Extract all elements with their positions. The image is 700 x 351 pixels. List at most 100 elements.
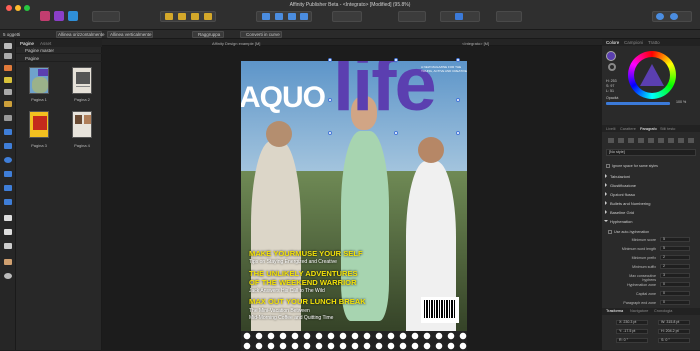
headline-2b[interactable]: OF THE WEEKEND WARRIOR (249, 278, 357, 287)
selection-handle-top-left[interactable] (328, 58, 332, 62)
zoom-tool-icon[interactable] (4, 273, 12, 279)
fill-swatch[interactable] (606, 51, 616, 61)
view-mode-icon[interactable] (455, 13, 463, 20)
pencil-tool-icon[interactable] (4, 101, 12, 107)
tab-color[interactable]: Colore (606, 40, 619, 45)
tab-paragraph[interactable]: Paragrafo (640, 127, 657, 131)
text-frame-tool-icon[interactable] (4, 229, 12, 235)
selection-handle-top-right[interactable] (456, 58, 460, 62)
hyphen-field-5[interactable]: 3 (660, 273, 690, 278)
transform-h-field[interactable]: H: 204.2 pt (658, 329, 690, 334)
hyphen-field-1[interactable]: 5 (660, 237, 690, 242)
page-thumb-3[interactable] (29, 111, 49, 138)
node-tool-icon[interactable] (4, 53, 12, 59)
triangle-tool-icon[interactable] (4, 171, 12, 177)
section-tabs[interactable]: Tabulazioni (605, 174, 630, 179)
tab-character[interactable]: Carattere (620, 127, 636, 131)
subhead-3a[interactable]: The Mini-Vacation Between (249, 308, 310, 314)
publisher-persona-icon[interactable] (40, 11, 50, 21)
subhead-2[interactable]: Jack Answers His Call to The Wild (249, 288, 325, 294)
hyphen-field-6[interactable]: 0 (660, 282, 690, 287)
tab-layers[interactable]: Livelli (606, 127, 616, 131)
align-right-icon[interactable] (191, 13, 199, 20)
snapping-toolbar-group[interactable] (398, 11, 426, 22)
section-bullets[interactable]: Bullets and Numbering (605, 201, 650, 206)
ellipse-tool-icon[interactable] (4, 157, 12, 163)
transform-s-field[interactable]: S: 0 ° (658, 338, 690, 343)
magazine-cover-page[interactable]: AQUO life A NEW MAGAZINE FOR THE YOUNG, … (241, 61, 467, 351)
tab-assets[interactable]: Asset (40, 41, 51, 46)
transform-r-field[interactable]: R: 0 ° (616, 338, 648, 343)
transform-w-field[interactable]: W: 315.8 pt (658, 320, 690, 325)
subhead-1[interactable]: Tips on Staying Energized and Creative (249, 259, 337, 265)
section-justification[interactable]: Giustificazione (605, 183, 636, 188)
move-front-icon[interactable] (300, 13, 308, 20)
section-baseline-grid[interactable]: Baseline Grid (605, 210, 634, 215)
studio-link-icon[interactable] (670, 13, 678, 20)
pen-tool-icon[interactable] (4, 89, 12, 95)
photo-persona-icon[interactable] (54, 11, 64, 21)
headline-2a[interactable]: THE UNLIKELY ADVENTURES (249, 269, 358, 278)
transform-x-field[interactable]: X: 230.3 pt (616, 320, 648, 325)
place-image-tool-icon[interactable] (4, 243, 12, 249)
page-thumb-1[interactable] (29, 67, 49, 94)
tab-history[interactable]: Cronologia (654, 309, 672, 313)
align-center-icon[interactable] (178, 13, 186, 20)
auto-hyphen-checkbox[interactable] (608, 230, 612, 234)
fill-tool-icon[interactable] (4, 77, 12, 83)
artistic-text-tool-icon[interactable] (4, 215, 12, 221)
tab-navigator[interactable]: Navigatore (630, 309, 648, 313)
move-forward-icon[interactable] (288, 13, 296, 20)
selection-handle-bottom-left[interactable] (328, 131, 332, 135)
transform-y-field[interactable]: Y: -17.5 pt (616, 329, 648, 334)
document-setup-group[interactable] (92, 11, 120, 22)
page-thumb-4[interactable] (72, 111, 92, 138)
hyphen-field-4[interactable]: 2 (660, 264, 690, 269)
section-hyphenation[interactable]: Hyphenation (604, 219, 632, 224)
move-backward-icon[interactable] (275, 13, 283, 20)
selection-handle-bottom[interactable] (394, 131, 398, 135)
selection-handle-top[interactable] (394, 58, 398, 62)
table-tool-icon[interactable] (4, 199, 12, 205)
tab-transform[interactable]: Trasforma (606, 309, 623, 313)
ignore-spacing-checkbox[interactable] (606, 164, 610, 168)
page-thumb-2[interactable] (72, 67, 92, 94)
hyphen-field-3[interactable]: 2 (660, 255, 690, 260)
tab-stroke[interactable]: Tratto (648, 40, 660, 45)
headline-3[interactable]: MAX OUT YOUR LUNCH BREAK (249, 297, 366, 306)
logo-aquo[interactable]: AQUO (241, 81, 326, 115)
selection-handle-bottom-right[interactable] (456, 131, 460, 135)
doc-tab-2[interactable]: <Integrato> [M] (462, 41, 489, 46)
color-wheel[interactable] (628, 51, 676, 99)
studio-icon[interactable] (656, 13, 664, 20)
color-picker-tool-icon[interactable] (4, 65, 12, 71)
align-left-icon[interactable] (165, 13, 173, 20)
logo-life[interactable]: life (333, 61, 437, 123)
star-tool-icon[interactable] (4, 185, 12, 191)
distribute-icon[interactable] (204, 13, 212, 20)
canvas[interactable]: AQUO life A NEW MAGAZINE FOR THE YOUNG, … (102, 46, 602, 351)
designer-persona-icon[interactable] (68, 11, 78, 21)
boolean-toolbar-group[interactable] (332, 11, 362, 22)
selection-handle-left[interactable] (328, 98, 332, 102)
hyphen-field-8[interactable]: 0 (660, 300, 690, 305)
section-flow-options[interactable]: Opzioni flusso (605, 192, 635, 197)
stroke-swatch[interactable] (608, 63, 616, 71)
alignment-buttons[interactable] (608, 138, 694, 143)
tab-pages[interactable]: Pagine (20, 41, 34, 46)
move-tool-icon[interactable] (4, 43, 12, 49)
hand-tool-icon[interactable] (4, 259, 12, 265)
hyphen-field-7[interactable]: 0 (660, 291, 690, 296)
shape-tool-icon[interactable] (4, 143, 12, 149)
picture-frame-tool-icon[interactable] (4, 129, 12, 135)
master-pages-row[interactable]: Pagine master (16, 47, 102, 54)
opacity-slider[interactable] (606, 102, 670, 105)
doc-tab-1[interactable]: Affinity Design example [M] (212, 41, 260, 46)
selection-handle-right[interactable] (456, 98, 460, 102)
pages-row[interactable]: Pagine (16, 55, 102, 62)
preflight-toolbar-group[interactable] (496, 11, 522, 22)
subhead-3b[interactable]: Mid-Morning Coffee and Quitting Time (249, 315, 333, 321)
frame-text-tool-icon[interactable] (4, 115, 12, 121)
tab-text-styles[interactable]: Stili testo (660, 127, 675, 131)
move-back-icon[interactable] (262, 13, 270, 20)
